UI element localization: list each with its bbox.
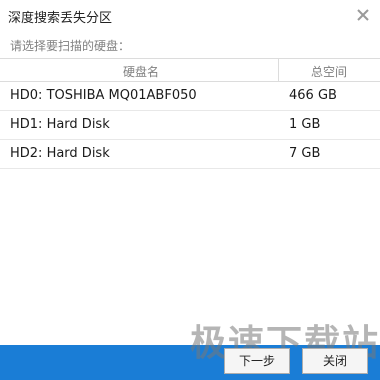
table-row[interactable]: HD0: TOSHIBA MQ01ABF050 466 GB [0, 82, 380, 111]
window-title: 深度搜索丢失分区 [8, 11, 113, 26]
dialog-window: 深度搜索丢失分区 请选择要扫描的硬盘： 硬盘名 总空间 HD0: TOSHIBA… [0, 0, 380, 380]
column-header-disk-name[interactable]: 硬盘名 [123, 63, 159, 80]
disk-size-cell: 7 GB [289, 146, 321, 161]
table-row[interactable]: HD1: Hard Disk 1 GB [0, 111, 380, 140]
close-icon[interactable] [354, 6, 372, 24]
column-divider[interactable] [278, 59, 279, 82]
disk-name-cell: HD1: Hard Disk [10, 117, 110, 132]
next-step-button[interactable]: 下一步 [224, 348, 290, 374]
close-button[interactable]: 关闭 [302, 348, 368, 374]
disk-size-cell: 1 GB [289, 117, 321, 132]
disk-size-cell: 466 GB [289, 88, 337, 103]
table-row[interactable]: HD2: Hard Disk 7 GB [0, 140, 380, 169]
column-header-total-space[interactable]: 总空间 [311, 63, 347, 80]
title-bar: 深度搜索丢失分区 [0, 0, 380, 32]
disk-table: 硬盘名 总空间 HD0: TOSHIBA MQ01ABF050 466 GB H… [0, 58, 380, 169]
scan-prompt: 请选择要扫描的硬盘： [10, 39, 131, 53]
table-header: 硬盘名 总空间 [0, 58, 380, 82]
disk-name-cell: HD2: Hard Disk [10, 146, 110, 161]
disk-name-cell: HD0: TOSHIBA MQ01ABF050 [10, 88, 197, 103]
